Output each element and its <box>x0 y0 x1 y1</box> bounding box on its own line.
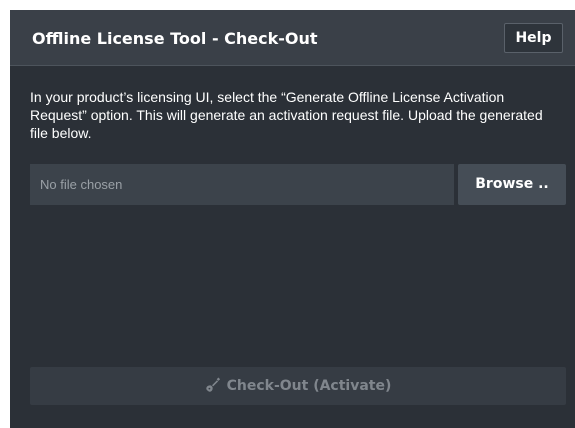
panel-title: Offline License Tool - Check-Out <box>32 29 318 48</box>
help-button[interactable]: Help <box>504 23 563 53</box>
panel-header: Offline License Tool - Check-Out Help <box>10 10 575 66</box>
browse-button[interactable]: Browse .. <box>458 164 566 205</box>
checkout-label: Check-Out (Activate) <box>226 378 392 394</box>
file-path-field[interactable]: No file chosen <box>30 164 454 205</box>
checkout-activate-button[interactable]: Check-Out (Activate) <box>30 367 566 405</box>
instructions-text: In your product’s licensing UI, select t… <box>30 89 543 141</box>
file-picker: No file chosen Browse .. <box>30 164 566 205</box>
license-tool-panel: Offline License Tool - Check-Out Help In… <box>10 10 575 428</box>
guitar-icon <box>205 377 220 392</box>
